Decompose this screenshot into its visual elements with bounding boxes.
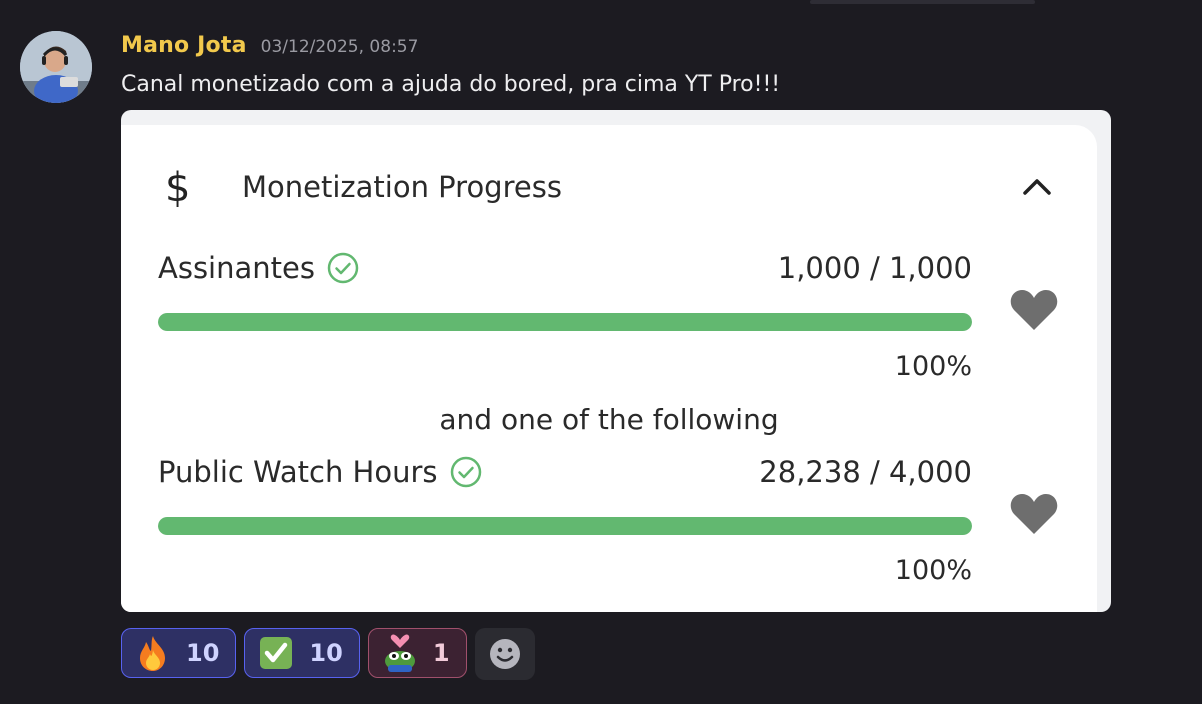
reaction-count: 10	[186, 639, 220, 667]
metric-value: 1,000 / 1,000	[777, 251, 972, 285]
heart-icon[interactable]	[1009, 288, 1059, 332]
metric-label-wrap: Public Watch Hours	[158, 455, 482, 489]
check-circle-icon	[450, 456, 481, 488]
timestamp: 03/12/2025, 08:57	[260, 37, 419, 57]
pepe-heart-icon	[381, 634, 419, 672]
reaction-count: 1	[432, 639, 450, 667]
metric-watch-hours: Public Watch Hours 28,238 / 4,000 100%	[158, 455, 972, 586]
reaction-pepe-heart[interactable]: 1	[367, 628, 467, 678]
metric-subscribers: Assinantes 1,000 / 1,000 100%	[158, 251, 972, 382]
progress-bar-fill	[158, 313, 972, 331]
fire-icon	[134, 634, 172, 672]
monetization-card: $ Monetization Progress Assinantes 1,000…	[121, 125, 1097, 612]
progress-bar-fill	[158, 517, 972, 535]
add-reaction-button[interactable]	[474, 628, 535, 680]
check-mark-button-icon	[257, 634, 295, 672]
check-circle-icon	[327, 252, 359, 284]
reaction-count: 10	[309, 639, 343, 667]
reactions-bar: 10 10 1	[121, 628, 535, 680]
metric-label: Assinantes	[158, 251, 315, 285]
metric-percent: 100%	[894, 555, 972, 586]
image-attachment[interactable]: $ Monetization Progress Assinantes 1,000…	[121, 110, 1111, 612]
smiley-icon	[489, 639, 520, 669]
reaction-check[interactable]: 10	[244, 628, 360, 678]
metric-label-wrap: Assinantes	[158, 251, 359, 285]
card-header: $ Monetization Progress	[121, 125, 1097, 245]
message-header: Mano Jota 03/12/2025, 08:57	[121, 33, 418, 63]
metric-percent: 100%	[894, 351, 972, 382]
condition-separator: and one of the following	[439, 403, 779, 436]
username[interactable]: Mano Jota	[121, 33, 247, 58]
heart-icon[interactable]	[1009, 492, 1059, 536]
avatar-image	[20, 31, 92, 103]
progress-bar	[158, 313, 972, 331]
dollar-icon: $	[165, 165, 191, 211]
avatar[interactable]	[20, 31, 92, 103]
progress-bar	[158, 517, 972, 535]
metric-label: Public Watch Hours	[158, 455, 438, 489]
message-text: Canal monetizado com a ajuda do bored, p…	[121, 72, 781, 97]
chevron-up-icon[interactable]	[1017, 169, 1057, 205]
metric-value: 28,238 / 4,000	[759, 455, 972, 489]
reaction-fire[interactable]: 10	[121, 628, 237, 678]
previous-content-edge	[810, 0, 1035, 4]
card-title: Monetization Progress	[242, 170, 562, 204]
